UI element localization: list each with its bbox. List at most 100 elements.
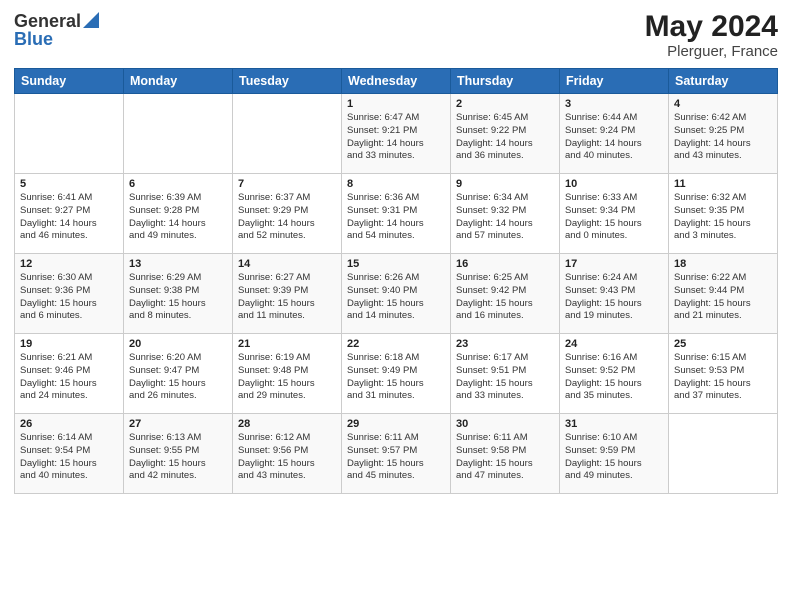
day-info: Sunrise: 6:10 AM Sunset: 9:59 PM Dayligh… bbox=[565, 432, 663, 483]
table-row: 9 Sunrise: 6:34 AM Sunset: 9:32 PM Daylig… bbox=[451, 174, 560, 254]
table-row: 5Sunrise: 6:41 AM Sunset: 9:27 PM Daylig… bbox=[15, 174, 124, 254]
day-number: 19 bbox=[20, 338, 118, 350]
table-row: 8 Sunrise: 6:36 AM Sunset: 9:31 PM Daylig… bbox=[342, 174, 451, 254]
day-info: Sunrise: 6:29 AM Sunset: 9:38 PM Dayligh… bbox=[129, 272, 227, 323]
calendar-week-row: 5Sunrise: 6:41 AM Sunset: 9:27 PM Daylig… bbox=[15, 174, 778, 254]
day-info: Sunrise: 6:24 AM Sunset: 9:43 PM Dayligh… bbox=[565, 272, 663, 323]
table-row: 3 Sunrise: 6:44 AM Sunset: 9:24 PM Daylig… bbox=[560, 94, 669, 174]
day-info: Sunrise: 6:44 AM Sunset: 9:24 PM Dayligh… bbox=[565, 112, 663, 163]
header: General Blue May 2024 Plerguer, France bbox=[14, 10, 778, 60]
day-info: Sunrise: 6:39 AM Sunset: 9:28 PM Dayligh… bbox=[129, 192, 227, 243]
day-info: Sunrise: 6:36 AM Sunset: 9:31 PM Dayligh… bbox=[347, 192, 445, 243]
day-info: Sunrise: 6:32 AM Sunset: 9:35 PM Dayligh… bbox=[674, 192, 772, 243]
table-row: 14Sunrise: 6:27 AM Sunset: 9:39 PM Dayli… bbox=[233, 254, 342, 334]
table-row: 28Sunrise: 6:12 AM Sunset: 9:56 PM Dayli… bbox=[233, 414, 342, 494]
table-row: 6 Sunrise: 6:39 AM Sunset: 9:28 PM Daylig… bbox=[124, 174, 233, 254]
day-number: 31 bbox=[565, 418, 663, 430]
logo: General Blue bbox=[14, 10, 99, 50]
calendar-week-row: 1 Sunrise: 6:47 AM Sunset: 9:21 PM Daylig… bbox=[15, 94, 778, 174]
day-info: Sunrise: 6:22 AM Sunset: 9:44 PM Dayligh… bbox=[674, 272, 772, 323]
table-row bbox=[669, 414, 778, 494]
day-info: Sunrise: 6:13 AM Sunset: 9:55 PM Dayligh… bbox=[129, 432, 227, 483]
day-info: Sunrise: 6:11 AM Sunset: 9:58 PM Dayligh… bbox=[456, 432, 554, 483]
table-row: 20Sunrise: 6:20 AM Sunset: 9:47 PM Dayli… bbox=[124, 334, 233, 414]
table-row bbox=[124, 94, 233, 174]
header-saturday: Saturday bbox=[669, 69, 778, 94]
header-thursday: Thursday bbox=[451, 69, 560, 94]
table-row: 25Sunrise: 6:15 AM Sunset: 9:53 PM Dayli… bbox=[669, 334, 778, 414]
page: General Blue May 2024 Plerguer, France S… bbox=[0, 0, 792, 612]
table-row: 23 Sunrise: 6:17 AM Sunset: 9:51 PM Dayli… bbox=[451, 334, 560, 414]
day-info: Sunrise: 6:34 AM Sunset: 9:32 PM Dayligh… bbox=[456, 192, 554, 243]
day-info: Sunrise: 6:12 AM Sunset: 9:56 PM Dayligh… bbox=[238, 432, 336, 483]
calendar-week-row: 26 Sunrise: 6:14 AM Sunset: 9:54 PM Dayli… bbox=[15, 414, 778, 494]
day-number: 15 bbox=[347, 258, 445, 270]
table-row bbox=[233, 94, 342, 174]
day-info: Sunrise: 6:14 AM Sunset: 9:54 PM Dayligh… bbox=[20, 432, 118, 483]
table-row: 18 Sunrise: 6:22 AM Sunset: 9:44 PM Dayli… bbox=[669, 254, 778, 334]
day-number: 27 bbox=[129, 418, 227, 430]
day-number: 8 bbox=[347, 178, 445, 190]
day-number: 4 bbox=[674, 98, 772, 110]
day-number: 17 bbox=[565, 258, 663, 270]
day-number: 6 bbox=[129, 178, 227, 190]
day-number: 23 bbox=[456, 338, 554, 350]
day-info: Sunrise: 6:33 AM Sunset: 9:34 PM Dayligh… bbox=[565, 192, 663, 243]
header-friday: Friday bbox=[560, 69, 669, 94]
day-info: Sunrise: 6:19 AM Sunset: 9:48 PM Dayligh… bbox=[238, 352, 336, 403]
table-row: 17 Sunrise: 6:24 AM Sunset: 9:43 PM Dayli… bbox=[560, 254, 669, 334]
header-wednesday: Wednesday bbox=[342, 69, 451, 94]
day-info: Sunrise: 6:45 AM Sunset: 9:22 PM Dayligh… bbox=[456, 112, 554, 163]
day-number: 13 bbox=[129, 258, 227, 270]
table-row: 12Sunrise: 6:30 AM Sunset: 9:36 PM Dayli… bbox=[15, 254, 124, 334]
day-info: Sunrise: 6:26 AM Sunset: 9:40 PM Dayligh… bbox=[347, 272, 445, 323]
table-row: 4 Sunrise: 6:42 AM Sunset: 9:25 PM Daylig… bbox=[669, 94, 778, 174]
table-row: 11 Sunrise: 6:32 AM Sunset: 9:35 PM Dayli… bbox=[669, 174, 778, 254]
table-row: 30 Sunrise: 6:11 AM Sunset: 9:58 PM Dayli… bbox=[451, 414, 560, 494]
calendar-header-row: Sunday Monday Tuesday Wednesday Thursday… bbox=[15, 69, 778, 94]
day-number: 9 bbox=[456, 178, 554, 190]
day-number: 11 bbox=[674, 178, 772, 190]
logo-triangle-icon bbox=[83, 12, 99, 33]
table-row bbox=[15, 94, 124, 174]
day-number: 3 bbox=[565, 98, 663, 110]
day-number: 10 bbox=[565, 178, 663, 190]
day-number: 22 bbox=[347, 338, 445, 350]
day-number: 25 bbox=[674, 338, 772, 350]
table-row: 10 Sunrise: 6:33 AM Sunset: 9:34 PM Dayli… bbox=[560, 174, 669, 254]
day-info: Sunrise: 6:16 AM Sunset: 9:52 PM Dayligh… bbox=[565, 352, 663, 403]
title-block: May 2024 Plerguer, France bbox=[645, 10, 778, 60]
day-number: 14 bbox=[238, 258, 336, 270]
calendar: Sunday Monday Tuesday Wednesday Thursday… bbox=[14, 68, 778, 494]
day-info: Sunrise: 6:47 AM Sunset: 9:21 PM Dayligh… bbox=[347, 112, 445, 163]
calendar-week-row: 12Sunrise: 6:30 AM Sunset: 9:36 PM Dayli… bbox=[15, 254, 778, 334]
day-info: Sunrise: 6:30 AM Sunset: 9:36 PM Dayligh… bbox=[20, 272, 118, 323]
table-row: 1 Sunrise: 6:47 AM Sunset: 9:21 PM Daylig… bbox=[342, 94, 451, 174]
day-number: 5 bbox=[20, 178, 118, 190]
day-info: Sunrise: 6:11 AM Sunset: 9:57 PM Dayligh… bbox=[347, 432, 445, 483]
logo-blue: Blue bbox=[14, 29, 53, 50]
day-info: Sunrise: 6:18 AM Sunset: 9:49 PM Dayligh… bbox=[347, 352, 445, 403]
header-sunday: Sunday bbox=[15, 69, 124, 94]
day-info: Sunrise: 6:42 AM Sunset: 9:25 PM Dayligh… bbox=[674, 112, 772, 163]
day-number: 21 bbox=[238, 338, 336, 350]
table-row: 7Sunrise: 6:37 AM Sunset: 9:29 PM Daylig… bbox=[233, 174, 342, 254]
title-month: May 2024 bbox=[645, 10, 778, 43]
day-number: 2 bbox=[456, 98, 554, 110]
table-row: 2 Sunrise: 6:45 AM Sunset: 9:22 PM Daylig… bbox=[451, 94, 560, 174]
day-number: 29 bbox=[347, 418, 445, 430]
table-row: 16Sunrise: 6:25 AM Sunset: 9:42 PM Dayli… bbox=[451, 254, 560, 334]
day-info: Sunrise: 6:20 AM Sunset: 9:47 PM Dayligh… bbox=[129, 352, 227, 403]
day-number: 24 bbox=[565, 338, 663, 350]
day-number: 30 bbox=[456, 418, 554, 430]
day-number: 1 bbox=[347, 98, 445, 110]
header-monday: Monday bbox=[124, 69, 233, 94]
day-info: Sunrise: 6:17 AM Sunset: 9:51 PM Dayligh… bbox=[456, 352, 554, 403]
day-number: 26 bbox=[20, 418, 118, 430]
day-number: 18 bbox=[674, 258, 772, 270]
day-info: Sunrise: 6:21 AM Sunset: 9:46 PM Dayligh… bbox=[20, 352, 118, 403]
table-row: 31 Sunrise: 6:10 AM Sunset: 9:59 PM Dayli… bbox=[560, 414, 669, 494]
title-location: Plerguer, France bbox=[645, 43, 778, 60]
day-number: 7 bbox=[238, 178, 336, 190]
table-row: 13 Sunrise: 6:29 AM Sunset: 9:38 PM Dayli… bbox=[124, 254, 233, 334]
